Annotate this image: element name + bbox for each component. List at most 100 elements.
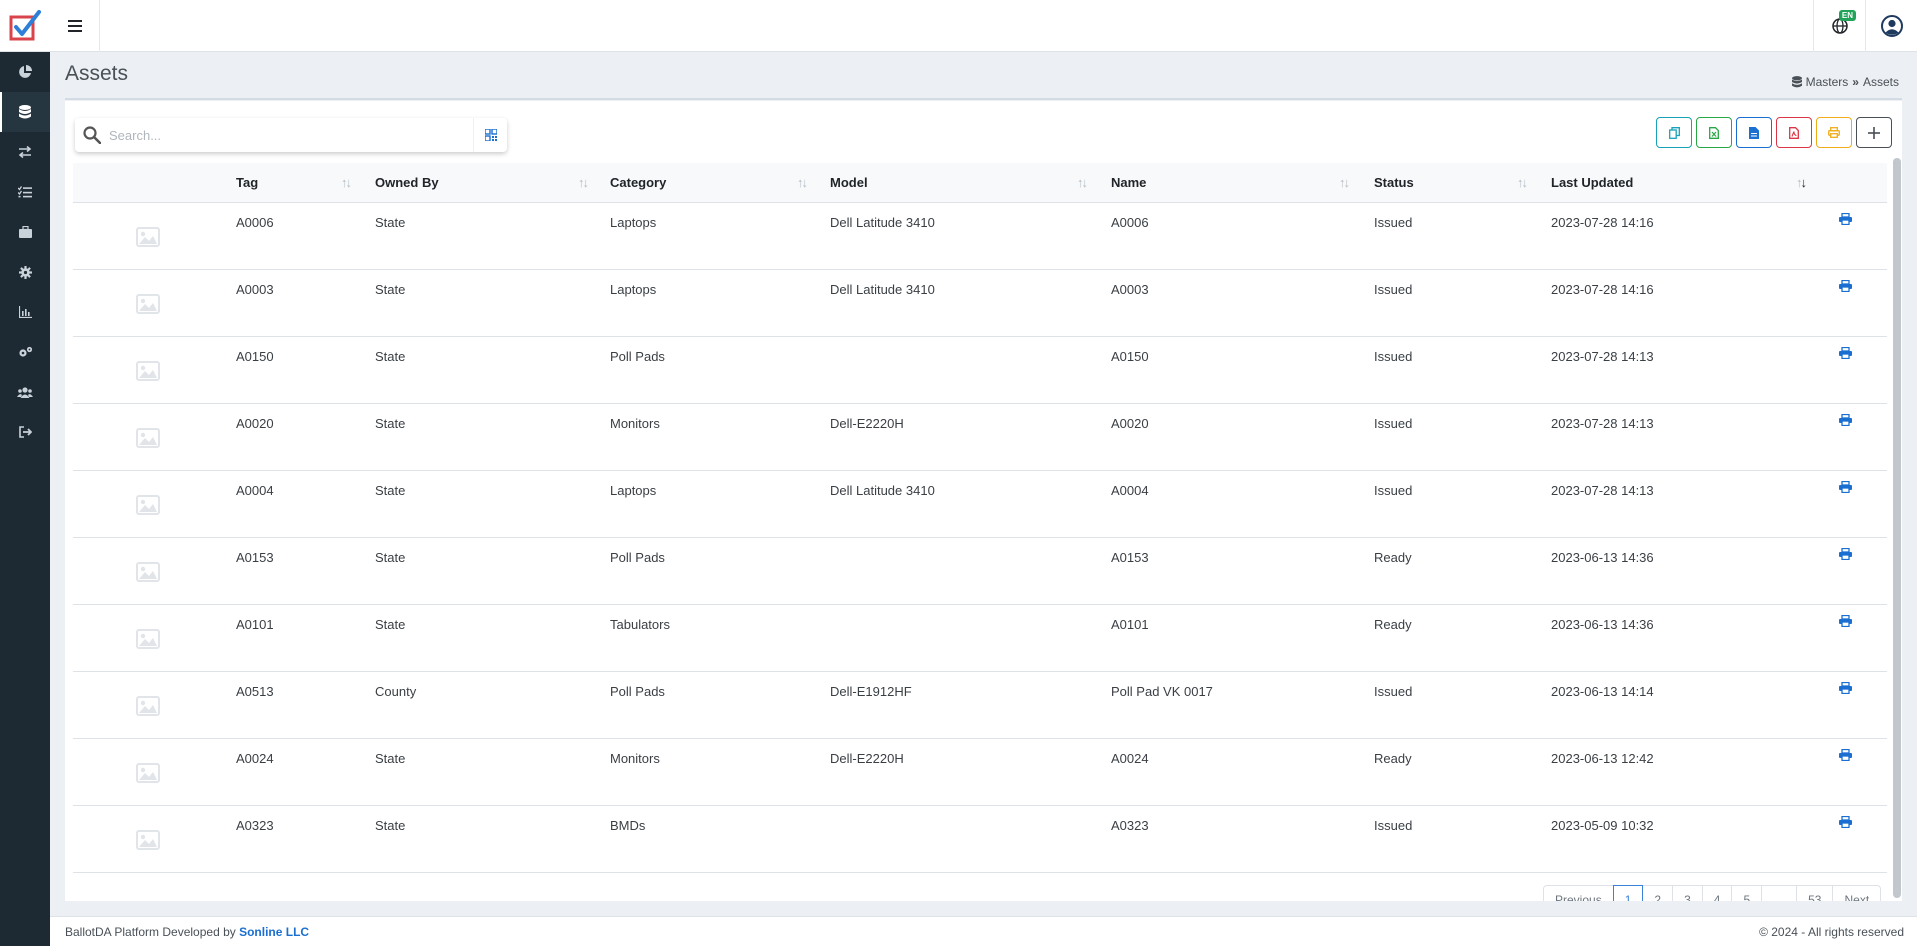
table-row[interactable]: A0101 State Tabulators A0101 Ready 2023-06-13… <box>73 605 1887 672</box>
sidebar-item-users[interactable] <box>0 372 50 412</box>
asset-thumbnail[interactable] <box>136 629 160 652</box>
cell-tag: A0020 <box>236 416 274 431</box>
column-header-tag[interactable]: Tag <box>236 163 258 203</box>
sidebar-item-transfers[interactable] <box>0 132 50 172</box>
sort-icon[interactable]: ↑↓ <box>797 163 808 203</box>
cell-category: Poll Pads <box>610 550 665 565</box>
table-row[interactable]: A0024 State Monitors Dell-E2220H A0024 Ready 2… <box>73 739 1887 806</box>
print-label-button[interactable] <box>1839 748 1852 764</box>
printer-icon <box>1839 346 1852 360</box>
sort-icon[interactable]: ↑↓ <box>578 163 589 203</box>
asset-thumbnail[interactable] <box>136 294 160 317</box>
vertical-scrollbar[interactable] <box>1893 158 1901 898</box>
column-header-model[interactable]: Model <box>830 163 868 203</box>
column-header-last-updated[interactable]: Last Updated <box>1551 163 1633 203</box>
sort-icon[interactable]: ↑↓ <box>1517 163 1528 203</box>
table-row[interactable]: A0020 State Monitors Dell-E2220H A0020 Issued… <box>73 404 1887 471</box>
print-label-button[interactable] <box>1839 480 1852 496</box>
pagination-page-4[interactable]: 4 <box>1701 885 1733 901</box>
pagination-page-53[interactable]: 53 <box>1796 885 1834 901</box>
cell-owned-by: State <box>375 751 406 766</box>
app-logo[interactable] <box>0 0 50 52</box>
print-button[interactable] <box>1816 117 1852 148</box>
export-pdf-button[interactable] <box>1776 117 1812 148</box>
search-input[interactable] <box>109 120 469 150</box>
cell-tag: A0003 <box>236 282 274 297</box>
asset-thumbnail[interactable] <box>136 227 160 250</box>
table-row[interactable]: A0513 County Poll Pads Dell-E1912HF Poll Pad… <box>73 672 1887 739</box>
sidebar-item-settings[interactable] <box>0 252 50 292</box>
print-label-button[interactable] <box>1839 346 1852 362</box>
sidebar-item-inventory[interactable] <box>0 212 50 252</box>
sidebar-item-reports[interactable] <box>0 292 50 332</box>
sidebar-item-logout[interactable] <box>0 412 50 452</box>
export-excel-button[interactable] <box>1696 117 1732 148</box>
asset-thumbnail[interactable] <box>136 763 160 786</box>
print-label-button[interactable] <box>1839 614 1852 630</box>
pagination-previous[interactable]: Previous <box>1543 885 1614 901</box>
cell-name: A0150 <box>1111 349 1149 364</box>
sidebar-item-masters[interactable] <box>0 92 50 132</box>
export-csv-button[interactable] <box>1736 117 1772 148</box>
cell-status: Ready <box>1374 617 1412 632</box>
column-header-owned-by[interactable]: Owned By <box>375 163 439 203</box>
pagination-page-1[interactable]: 1 <box>1612 885 1644 901</box>
print-label-button[interactable] <box>1839 413 1852 429</box>
print-label-button[interactable] <box>1839 681 1852 697</box>
sort-desc-icon[interactable]: ↑↓ <box>1796 163 1807 203</box>
csv-file-icon <box>1749 126 1759 139</box>
cell-status: Issued <box>1374 215 1413 230</box>
print-label-button[interactable] <box>1839 815 1852 831</box>
asset-thumbnail[interactable] <box>136 830 160 853</box>
pagination-page-3[interactable]: 3 <box>1672 885 1703 901</box>
print-label-button[interactable] <box>1839 547 1852 563</box>
checkbox-logo-icon <box>9 9 41 40</box>
pagination: Previous 1 2 3 4 5 … 53 Next <box>1543 885 1882 901</box>
table-row[interactable]: A0323 State BMDs A0323 Issued 2023-05-09 10:3… <box>73 806 1887 873</box>
user-profile-button[interactable] <box>1865 0 1917 52</box>
pagination-page-5[interactable]: 5 <box>1731 885 1763 901</box>
sort-icon[interactable]: ↑↓ <box>341 163 352 203</box>
pagination-next[interactable]: Next <box>1832 885 1882 901</box>
briefcase-icon <box>18 226 32 238</box>
sidebar-item-configuration[interactable] <box>0 332 50 372</box>
cell-last-updated: 2023-06-13 12:42 <box>1551 751 1654 766</box>
sidebar-item-dashboard[interactable] <box>0 52 50 92</box>
table-row[interactable]: A0004 State Laptops Dell Latitude 3410 A0004… <box>73 471 1887 538</box>
asset-thumbnail[interactable] <box>136 495 160 518</box>
pdf-file-icon <box>1789 126 1799 139</box>
qr-scan-button[interactable] <box>473 118 507 152</box>
copy-button[interactable] <box>1656 117 1692 148</box>
cell-last-updated: 2023-06-13 14:14 <box>1551 684 1654 699</box>
language-button[interactable]: EN <box>1813 0 1865 52</box>
printer-icon <box>1839 681 1852 695</box>
column-header-category[interactable]: Category <box>610 163 666 203</box>
column-header-status[interactable]: Status <box>1374 163 1414 203</box>
table-row[interactable]: A0150 State Poll Pads A0150 Issued 2023-07-28… <box>73 337 1887 404</box>
breadcrumb: Masters » Assets <box>1791 75 1899 89</box>
sort-icon[interactable]: ↑↓ <box>1077 163 1088 203</box>
table-row[interactable]: A0153 State Poll Pads A0153 Ready 2023-06-13 … <box>73 538 1887 605</box>
sort-icon[interactable]: ↑↓ <box>1339 163 1350 203</box>
table-row[interactable]: A0006 State Laptops Dell Latitude 3410 A0006… <box>73 203 1887 270</box>
table-row[interactable]: A0003 State Laptops Dell Latitude 3410 A0003… <box>73 270 1887 337</box>
scrollbar-thumb[interactable] <box>1893 158 1901 898</box>
asset-thumbnail[interactable] <box>136 428 160 451</box>
footer-brand-link[interactable]: Sonline LLC <box>239 925 309 939</box>
gear-icon <box>18 265 32 279</box>
sidebar-item-tasks[interactable] <box>0 172 50 212</box>
print-label-button[interactable] <box>1839 212 1852 228</box>
pagination-page-2[interactable]: 2 <box>1642 885 1674 901</box>
add-asset-button[interactable] <box>1856 117 1892 148</box>
asset-thumbnail[interactable] <box>136 696 160 719</box>
search-icon <box>83 126 101 144</box>
menu-toggle-button[interactable] <box>50 0 100 52</box>
column-header-name[interactable]: Name <box>1111 163 1146 203</box>
cell-last-updated: 2023-07-28 14:13 <box>1551 416 1654 431</box>
asset-thumbnail[interactable] <box>136 361 160 384</box>
footer: BallotDA Platform Developed by Sonline L… <box>50 916 1917 946</box>
print-label-button[interactable] <box>1839 279 1852 295</box>
breadcrumb-masters[interactable]: Masters <box>1806 75 1849 89</box>
cell-name: A0153 <box>1111 550 1149 565</box>
asset-thumbnail[interactable] <box>136 562 160 585</box>
